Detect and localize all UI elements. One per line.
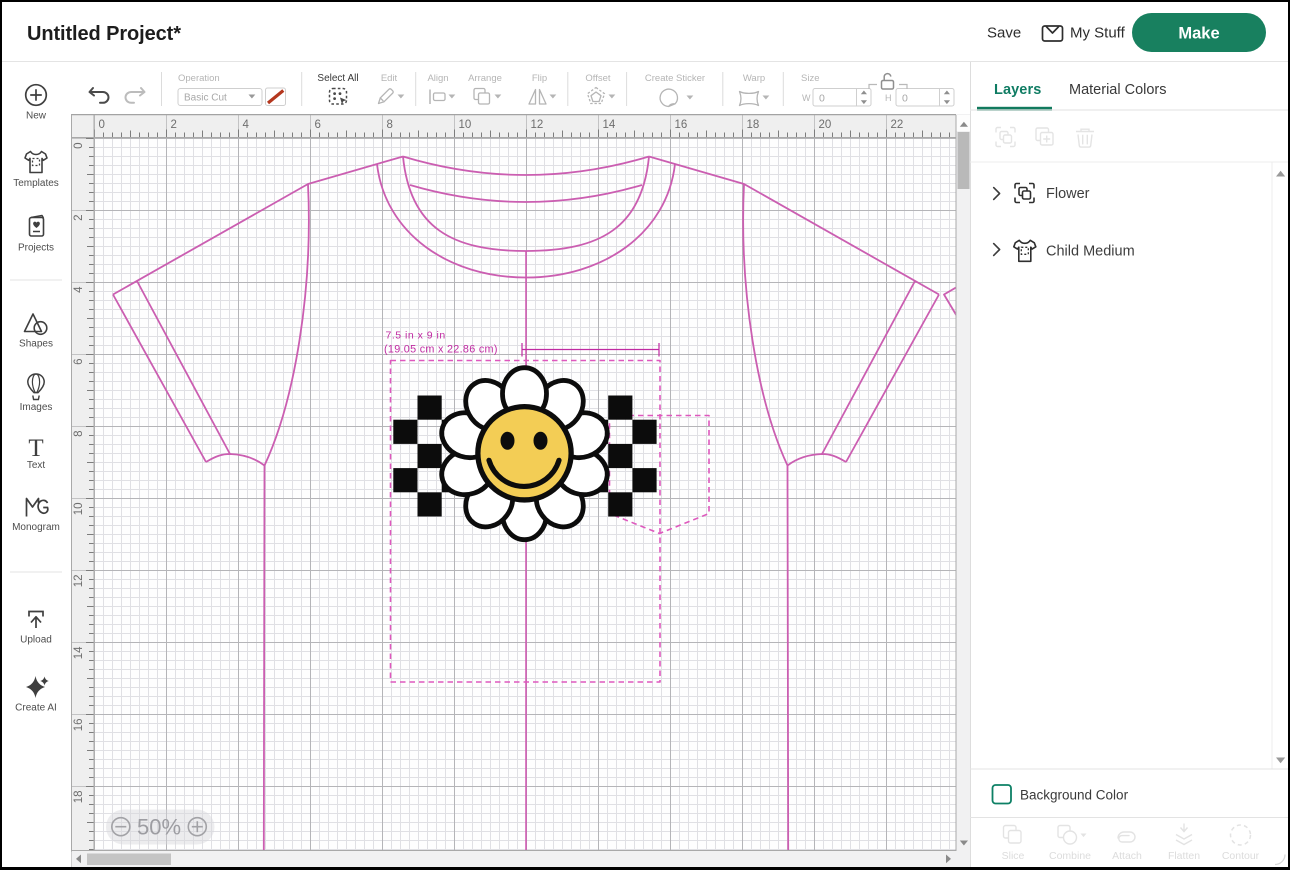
svg-text:7.5 in x 9 in: 7.5 in x 9 in — [386, 330, 446, 342]
svg-text:Projects: Projects — [18, 243, 54, 254]
svg-text:6: 6 — [315, 119, 321, 131]
svg-text:Images: Images — [20, 402, 53, 413]
svg-text:Create Sticker: Create Sticker — [645, 73, 705, 84]
svg-text:0: 0 — [99, 119, 105, 131]
svg-text:14: 14 — [603, 119, 616, 131]
svg-text:Child Medium: Child Medium — [1046, 244, 1135, 260]
svg-text:Combine: Combine — [1049, 850, 1091, 862]
svg-text:0: 0 — [73, 143, 85, 149]
svg-text:Edit: Edit — [381, 73, 398, 84]
svg-text:Contour: Contour — [1222, 850, 1260, 862]
svg-text:14: 14 — [73, 646, 85, 659]
svg-text:Background Color: Background Color — [1020, 788, 1129, 803]
svg-text:4: 4 — [243, 119, 250, 131]
svg-text:New: New — [26, 111, 47, 122]
svg-text:Flatten: Flatten — [1168, 850, 1200, 862]
svg-text:16: 16 — [675, 119, 688, 131]
svg-text:Flip: Flip — [532, 73, 547, 84]
svg-text:10: 10 — [459, 119, 472, 131]
svg-text:Material Colors: Material Colors — [1069, 82, 1167, 98]
svg-text:2: 2 — [73, 215, 85, 221]
svg-text:Size: Size — [801, 73, 819, 84]
svg-text:10: 10 — [73, 503, 85, 516]
svg-text:8: 8 — [387, 119, 393, 131]
svg-text:Arrange: Arrange — [468, 73, 502, 84]
svg-text:H: H — [885, 93, 892, 103]
svg-text:20: 20 — [819, 119, 832, 131]
svg-text:T: T — [28, 435, 43, 462]
svg-text:Shapes: Shapes — [19, 339, 53, 350]
svg-text:Create AI: Create AI — [15, 703, 57, 714]
svg-text:16: 16 — [73, 719, 85, 732]
svg-text:Monogram: Monogram — [12, 522, 60, 533]
svg-text:Text: Text — [27, 460, 46, 471]
svg-text:Untitled Project*: Untitled Project* — [27, 23, 181, 45]
svg-text:My Stuff: My Stuff — [1070, 25, 1126, 42]
svg-text:12: 12 — [73, 575, 85, 588]
svg-text:Templates: Templates — [13, 178, 59, 189]
svg-text:8: 8 — [73, 431, 85, 437]
svg-text:W: W — [802, 93, 811, 103]
svg-text:Slice: Slice — [1002, 850, 1025, 862]
svg-text:4: 4 — [73, 286, 85, 293]
svg-text:Align: Align — [427, 73, 448, 84]
svg-text:Basic Cut: Basic Cut — [184, 93, 227, 104]
svg-text:Save: Save — [987, 25, 1021, 42]
svg-text:2: 2 — [171, 119, 177, 131]
svg-text:6: 6 — [73, 359, 85, 365]
svg-text:18: 18 — [73, 791, 85, 804]
svg-text:Upload: Upload — [20, 635, 52, 646]
svg-text:Layers: Layers — [994, 82, 1041, 98]
svg-text:Make: Make — [1178, 25, 1219, 43]
svg-text:Attach: Attach — [1112, 850, 1142, 862]
svg-text:Offset: Offset — [585, 73, 611, 84]
svg-text:50%: 50% — [137, 815, 181, 840]
svg-text:12: 12 — [531, 119, 544, 131]
svg-text:18: 18 — [747, 119, 760, 131]
svg-text:Select All: Select All — [317, 73, 358, 84]
svg-text:Operation: Operation — [178, 73, 220, 84]
svg-text:Warp: Warp — [743, 73, 765, 84]
svg-text:Flower: Flower — [1046, 186, 1090, 202]
svg-text:(19.05 cm x 22.86 cm): (19.05 cm x 22.86 cm) — [384, 344, 498, 356]
svg-text:0: 0 — [902, 93, 908, 105]
svg-text:22: 22 — [891, 119, 904, 131]
svg-text:0: 0 — [819, 93, 825, 105]
